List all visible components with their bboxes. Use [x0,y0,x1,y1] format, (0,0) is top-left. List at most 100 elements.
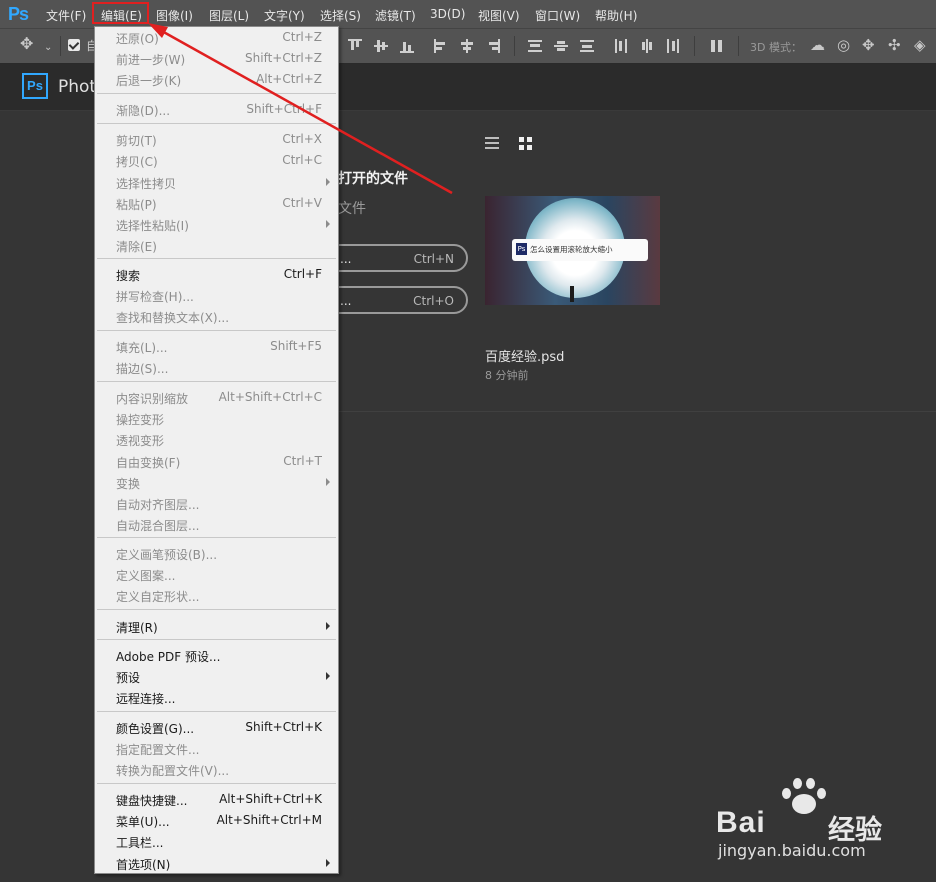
menu-separator [97,330,336,331]
open-button-label: ... [340,294,352,308]
list-view-icon[interactable] [485,137,499,149]
menu-item-free-transform[interactable]: 自由变换(F) Ctrl+T [95,451,338,472]
submenu-arrow-icon [326,220,330,228]
menu-select[interactable]: 选择(S) [320,7,361,24]
align-top-icon[interactable] [348,39,362,53]
menu-item-color-settings[interactable]: 颜色设置(G)... Shift+Ctrl+K [95,717,338,738]
menu-file[interactable]: 文件(F) [46,7,86,24]
align-hcenter-icon[interactable] [460,39,474,53]
auto-align-icon[interactable] [710,39,724,53]
menu-image[interactable]: 图像(I) [156,7,193,24]
menu-separator [97,123,336,124]
menu-item-content-aware-scale[interactable]: 内容识别缩放 Alt+Shift+Ctrl+C [95,387,338,408]
menu-item-transform[interactable]: 变换 [95,472,338,493]
thumbnail-ps-logo: Ps [516,243,527,255]
menu-item-assign-profile[interactable]: 指定配置文件... [95,738,338,759]
menu-item-paste[interactable]: 粘贴(P) Ctrl+V [95,193,338,214]
menu-separator [97,711,336,712]
align-bottom-icon[interactable] [400,39,414,53]
distribute-right-icon[interactable] [666,39,680,53]
menu-item-cut[interactable]: 剪切(T) Ctrl+X [95,129,338,150]
auto-select-checkbox[interactable] [68,39,80,51]
menu-item-find-replace[interactable]: 查找和替换文本(X)... [95,306,338,327]
photoshop-logo: Ps [8,4,29,24]
menu-window[interactable]: 窗口(W) [535,7,580,24]
menu-item-toolbar[interactable]: 工具栏... [95,831,338,852]
menu-help[interactable]: 帮助(H) [595,7,637,24]
distribute-left-icon[interactable] [614,39,628,53]
edit-menu-highlight-box [92,2,149,24]
toolbar-divider [514,36,515,56]
menu-separator [97,609,336,610]
menu-item-clear[interactable]: 清除(E) [95,235,338,256]
menu-item-paste-special[interactable]: 选择性粘贴(I) [95,214,338,235]
menu-separator [97,381,336,382]
menu-item-pdf-presets[interactable]: Adobe PDF 预设... [95,645,338,666]
3d-pan-icon[interactable]: ✥ [862,38,875,53]
menu-item-copy[interactable]: 拷贝(C) Ctrl+C [95,150,338,171]
menu-item-presets[interactable]: 预设 [95,666,338,687]
menu-item-define-brush[interactable]: 定义画笔预设(B)... [95,543,338,564]
distribute-bottom-icon[interactable] [580,39,594,53]
3d-orbit-icon[interactable]: ☁ [810,38,825,53]
menu-separator [97,537,336,538]
menu-layer[interactable]: 图层(L) [209,7,249,24]
ps-app-icon: Ps [22,73,48,99]
menu-item-undo[interactable]: 还原(O) Ctrl+Z [95,27,338,48]
submenu-arrow-icon [326,672,330,680]
menu-item-perspective-warp[interactable]: 透视变形 [95,429,338,450]
menu-item-step-forward[interactable]: 前进一步(W) Shift+Ctrl+Z [95,48,338,69]
3d-roll-icon[interactable]: ◎ [837,38,850,53]
submenu-arrow-icon [326,478,330,486]
menu-filter[interactable]: 滤镜(T) [375,7,416,24]
menu-separator [97,93,336,94]
menu-bar: Ps 文件(F) 编辑(E) 图像(I) 图层(L) 文字(Y) 选择(S) 滤… [0,0,936,28]
thumbnail-figure [570,286,574,302]
align-right-icon[interactable] [486,39,500,53]
menu-item-define-shape[interactable]: 定义自定形状... [95,585,338,606]
menu-separator [97,258,336,259]
menu-item-spell-check[interactable]: 拼写检查(H)... [95,285,338,306]
menu-item-puppet-warp[interactable]: 操控变形 [95,408,338,429]
menu-view[interactable]: 视图(V) [478,7,520,24]
baidu-paw-icon [778,778,830,818]
distribute-hcenter-icon[interactable] [640,39,654,53]
content-divider [338,411,936,412]
menu-item-preferences[interactable]: 首选项(N) [95,853,338,874]
menu-item-define-pattern[interactable]: 定义图案... [95,564,338,585]
3d-slide-icon[interactable]: ✣ [888,38,901,53]
move-tool-icon[interactable]: ✥ [20,36,33,52]
align-left-icon[interactable] [434,39,448,53]
menu-item-fade[interactable]: 渐隐(D)... Shift+Ctrl+F [95,99,338,120]
menu-item-search[interactable]: 搜索 Ctrl+F [95,264,338,285]
menu-type[interactable]: 文字(Y) [264,7,305,24]
watermark-brand: Bai [716,806,766,839]
chevron-down-icon[interactable]: ⌄ [44,41,52,55]
menu-item-keyboard-shortcuts[interactable]: 键盘快捷键... Alt+Shift+Ctrl+K [95,789,338,810]
distribute-top-icon[interactable] [528,39,542,53]
menu-item-menus[interactable]: 菜单(U)... Alt+Shift+Ctrl+M [95,810,338,831]
toolbar-divider [60,36,61,56]
new-button-shortcut: Ctrl+N [413,252,454,266]
menu-item-remote-connections[interactable]: 远程连接... [95,687,338,708]
menu-item-purge[interactable]: 清理(R) [95,616,338,637]
recent-files-subheading: 文件 [338,201,366,217]
distribute-vcenter-icon[interactable] [554,39,568,53]
app-title: Phot [58,77,97,97]
align-vcenter-icon[interactable] [374,39,388,53]
menu-item-auto-align-layers[interactable]: 自动对齐图层... [95,493,338,514]
watermark-url: jingyan.baidu.com [718,841,866,860]
submenu-arrow-icon [326,622,330,630]
menu-item-fill[interactable]: 填充(L)... Shift+F5 [95,336,338,357]
grid-view-icon[interactable] [519,137,532,150]
menu-item-convert-profile[interactable]: 转换为配置文件(V)... [95,759,338,780]
menu-3d[interactable]: 3D(D) [430,7,465,21]
menu-item-auto-blend-layers[interactable]: 自动混合图层... [95,514,338,535]
3d-scale-icon[interactable]: ◈ [914,38,926,53]
recent-file-thumbnail[interactable]: Ps 怎么设置用滚轮放大缩小 [485,196,660,305]
menu-item-copy-special[interactable]: 选择性拷贝 [95,172,338,193]
menu-item-step-backward[interactable]: 后退一步(K) Alt+Ctrl+Z [95,69,338,90]
recent-file-name[interactable]: 百度经验.psd [485,346,564,365]
toolbar-divider [738,36,739,56]
menu-item-stroke[interactable]: 描边(S)... [95,357,338,378]
